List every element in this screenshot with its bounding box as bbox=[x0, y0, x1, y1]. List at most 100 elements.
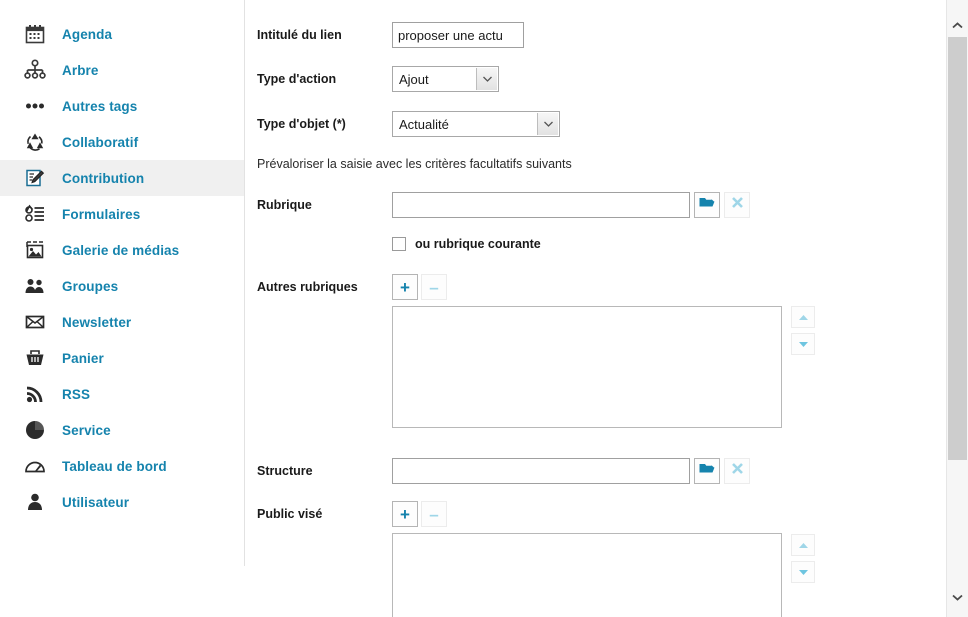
sidebar-item-galerie-de-medias[interactable]: Galerie de médias bbox=[0, 232, 245, 268]
sidebar-item-formulaires[interactable]: Formulaires bbox=[0, 196, 245, 232]
field-row-current-rubrique: ou rubrique courante bbox=[392, 237, 541, 251]
ellipsis-icon bbox=[22, 93, 48, 119]
chevron-down-icon bbox=[952, 594, 963, 603]
envelope-icon bbox=[22, 309, 48, 335]
sidebar-item-label: Collaboratif bbox=[62, 134, 139, 150]
basket-icon bbox=[22, 345, 48, 371]
edit-document-icon bbox=[22, 165, 48, 191]
sidebar-item-label: Tableau de bord bbox=[62, 458, 167, 474]
arrow-down-icon bbox=[798, 335, 809, 353]
rss-icon bbox=[22, 381, 48, 407]
chevron-up-icon bbox=[952, 22, 963, 31]
sidebar-item-label: Groupes bbox=[62, 278, 119, 294]
field-row-other-rubriques: Autres rubriques + – bbox=[257, 274, 447, 300]
checklist-icon bbox=[22, 201, 48, 227]
action-type-label: Type d'action bbox=[257, 72, 337, 86]
structure-browse-button[interactable] bbox=[694, 458, 720, 484]
field-row-link-label: Intitulé du lien bbox=[257, 22, 524, 48]
pie-chart-icon bbox=[22, 417, 48, 443]
prefill-note-row: Prévaloriser la saisie avec les critères… bbox=[257, 157, 572, 171]
other-rubriques-remove-button[interactable]: – bbox=[421, 274, 447, 300]
public-vise-add-button[interactable]: + bbox=[392, 501, 418, 527]
sidebar-item-label: Galerie de médias bbox=[62, 242, 180, 258]
scrollbar-down-button[interactable] bbox=[947, 588, 968, 609]
arrow-down-icon bbox=[798, 563, 809, 581]
structure-clear-button[interactable] bbox=[724, 458, 750, 484]
sidebar-item-label: Agenda bbox=[62, 26, 113, 42]
public-vise-listbox[interactable] bbox=[392, 533, 782, 617]
sidebar-item-label: Newsletter bbox=[62, 314, 132, 330]
chevron-down-icon bbox=[537, 113, 558, 135]
rubrique-browse-button[interactable] bbox=[694, 192, 720, 218]
public-vise-remove-button[interactable]: – bbox=[421, 501, 447, 527]
structure-label: Structure bbox=[257, 464, 313, 478]
sidebar-item-agenda[interactable]: Agenda bbox=[0, 16, 245, 52]
object-type-label: Type d'objet (*) bbox=[257, 117, 346, 131]
rubrique-clear-button[interactable] bbox=[724, 192, 750, 218]
sidebar-item-autres-tags[interactable]: Autres tags bbox=[0, 88, 245, 124]
sidebar-item-contribution[interactable]: Contribution bbox=[0, 160, 245, 196]
sidebar-item-panier[interactable]: Panier bbox=[0, 340, 245, 376]
arrow-up-icon bbox=[798, 308, 809, 326]
sidebar-item-arbre[interactable]: Arbre bbox=[0, 52, 245, 88]
current-rubrique-label: ou rubrique courante bbox=[415, 237, 541, 251]
field-row-structure: Structure bbox=[257, 458, 750, 484]
other-rubriques-add-button[interactable]: + bbox=[392, 274, 418, 300]
sidebar-item-rss[interactable]: RSS bbox=[0, 376, 245, 412]
sidebar-item-newsletter[interactable]: Newsletter bbox=[0, 304, 245, 340]
recycle-icon bbox=[22, 129, 48, 155]
image-gallery-icon bbox=[22, 237, 48, 263]
plus-icon: + bbox=[400, 277, 410, 297]
sidebar-item-label: Service bbox=[62, 422, 111, 438]
folder-icon bbox=[699, 196, 715, 214]
other-rubriques-move-down-button[interactable] bbox=[791, 333, 815, 355]
sidebar-item-tableau-de-bord[interactable]: Tableau de bord bbox=[0, 448, 245, 484]
page-scrollbar[interactable] bbox=[946, 0, 968, 617]
contribution-form-panel: Intitulé du lien Type d'action Ajout Typ… bbox=[245, 0, 968, 617]
minus-icon: – bbox=[429, 277, 439, 297]
folder-icon bbox=[699, 462, 715, 480]
sidebar-navigation: Agenda Arbre Autres tags Collaboratif Co… bbox=[0, 0, 245, 617]
other-rubriques-label: Autres rubriques bbox=[257, 280, 358, 294]
sidebar-item-label: Formulaires bbox=[62, 206, 141, 222]
rubrique-input[interactable] bbox=[392, 192, 690, 218]
chevron-down-icon bbox=[476, 68, 497, 90]
scrollbar-thumb[interactable] bbox=[948, 37, 967, 460]
sidebar-item-label: Autres tags bbox=[62, 98, 138, 114]
other-rubriques-move-up-button[interactable] bbox=[791, 306, 815, 328]
sidebar-item-label: Utilisateur bbox=[62, 494, 130, 510]
prefill-note: Prévaloriser la saisie avec les critères… bbox=[257, 157, 572, 171]
sidebar-item-groupes[interactable]: Groupes bbox=[0, 268, 245, 304]
calendar-icon bbox=[22, 21, 48, 47]
structure-input[interactable] bbox=[392, 458, 690, 484]
public-vise-move-up-button[interactable] bbox=[791, 534, 815, 556]
scrollbar-up-button[interactable] bbox=[947, 16, 968, 37]
field-row-rubrique: Rubrique bbox=[257, 192, 750, 218]
sidebar-item-service[interactable]: Service bbox=[0, 412, 245, 448]
clear-icon bbox=[731, 462, 744, 480]
tree-icon bbox=[22, 57, 48, 83]
gauge-icon bbox=[22, 453, 48, 479]
clear-icon bbox=[731, 196, 744, 214]
action-type-select[interactable]: Ajout bbox=[392, 66, 499, 92]
sidebar-item-label: Arbre bbox=[62, 62, 99, 78]
sidebar-item-label: Contribution bbox=[62, 170, 145, 186]
users-icon bbox=[22, 273, 48, 299]
user-icon bbox=[22, 489, 48, 515]
other-rubriques-listbox[interactable] bbox=[392, 306, 782, 428]
sidebar-item-utilisateur[interactable]: Utilisateur bbox=[0, 484, 245, 520]
sidebar-item-collaboratif[interactable]: Collaboratif bbox=[0, 124, 245, 160]
application-window: Agenda Arbre Autres tags Collaboratif Co… bbox=[0, 0, 968, 617]
current-rubrique-checkbox[interactable] bbox=[392, 237, 406, 251]
rubrique-label: Rubrique bbox=[257, 198, 312, 212]
sidebar-item-label: Panier bbox=[62, 350, 104, 366]
link-label-label: Intitulé du lien bbox=[257, 28, 342, 42]
object-type-select[interactable]: Actualité bbox=[392, 111, 560, 137]
plus-icon: + bbox=[400, 504, 410, 524]
minus-icon: – bbox=[429, 504, 439, 524]
public-vise-move-down-button[interactable] bbox=[791, 561, 815, 583]
arrow-up-icon bbox=[798, 536, 809, 554]
field-row-public-vise: Public visé + – bbox=[257, 501, 447, 527]
field-row-action-type: Type d'action Ajout bbox=[257, 66, 499, 92]
link-label-input[interactable] bbox=[392, 22, 524, 48]
